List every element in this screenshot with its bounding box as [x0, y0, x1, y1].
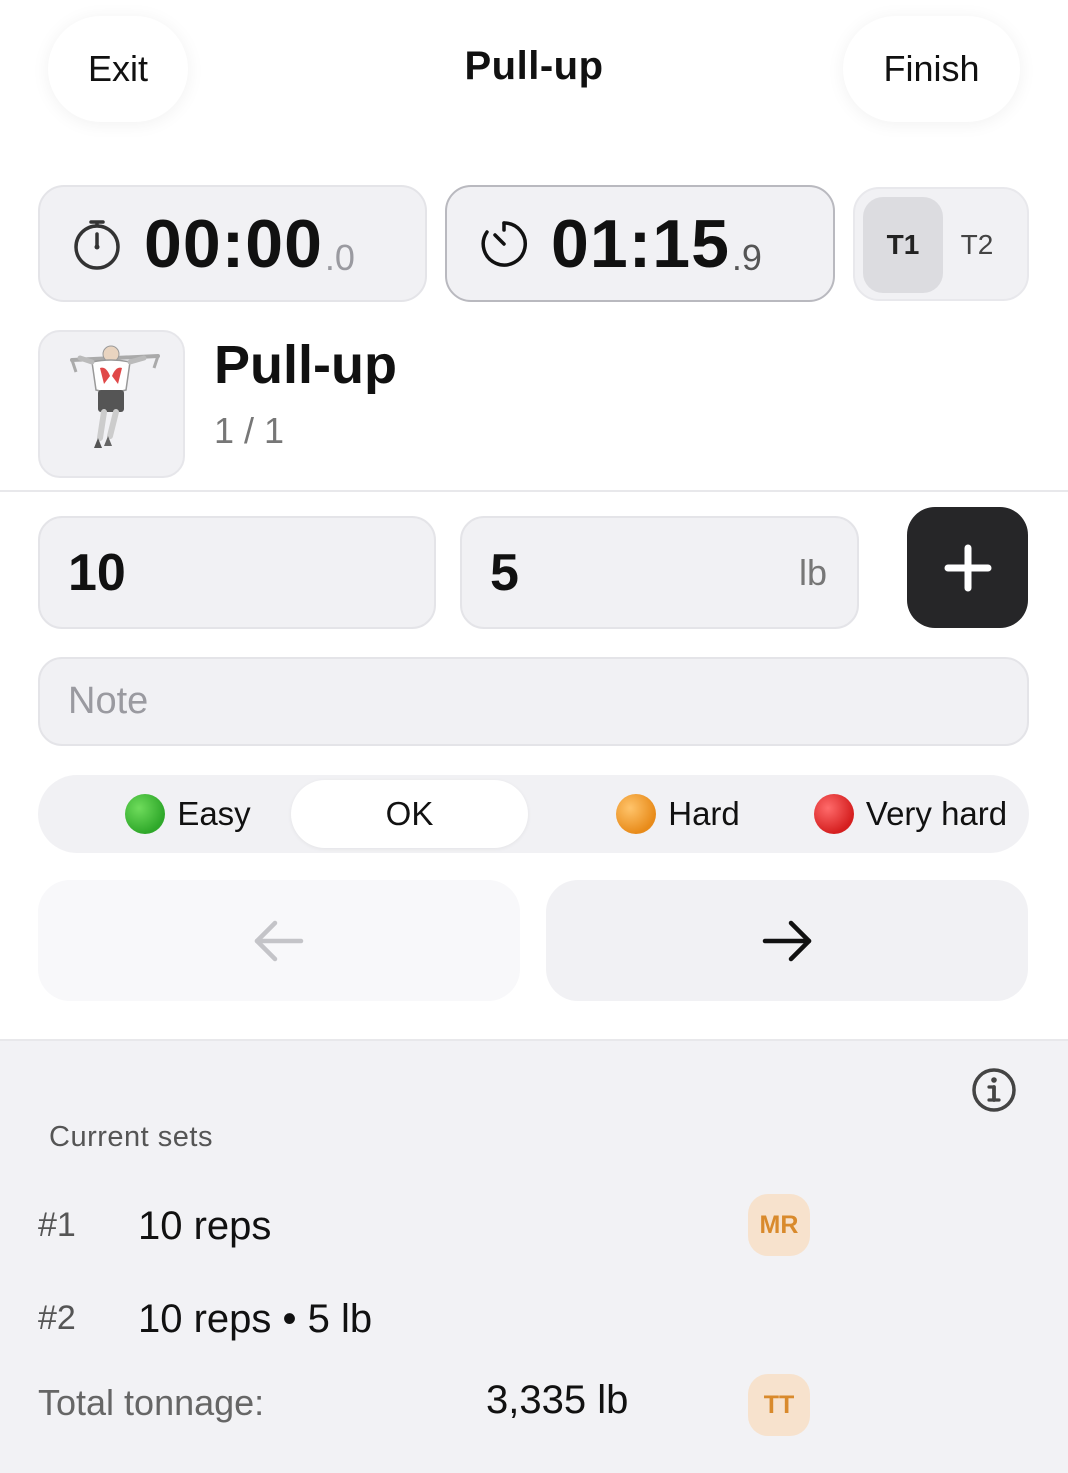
orange-dot-icon: [616, 794, 657, 834]
weight-unit: lb: [798, 551, 827, 593]
set-description: 10 reps • 5 lb: [138, 1297, 373, 1341]
total-tonnage-label: Total tonnage:: [38, 1382, 265, 1423]
exit-label: Exit: [87, 48, 148, 89]
difficulty-ok[interactable]: OK: [291, 780, 528, 848]
weight-value: 5: [490, 543, 519, 602]
timer-option-t1[interactable]: T1: [863, 197, 943, 293]
stopwatch-value: 00:00: [144, 205, 323, 282]
arrow-left-icon: [254, 920, 304, 961]
add-set-button[interactable]: [907, 507, 1028, 628]
set-badge: MR: [748, 1194, 810, 1256]
note-field[interactable]: [38, 657, 1029, 746]
tonnage-badge: TT: [748, 1374, 810, 1436]
current-sets-title: Current sets: [49, 1121, 213, 1153]
stopwatch-icon: [74, 219, 120, 270]
exit-button[interactable]: Exit: [48, 16, 188, 122]
rest-timer[interactable]: 01:15 .9: [445, 185, 835, 302]
next-button[interactable]: [546, 880, 1028, 1001]
info-icon[interactable]: [970, 1066, 1018, 1114]
pull-up-figure-icon: [70, 345, 160, 448]
rest-timer-value: 01:15: [551, 205, 730, 282]
previous-button[interactable]: [38, 880, 520, 1001]
difficulty-hard[interactable]: Hard: [578, 780, 778, 848]
set-number: #2: [38, 1299, 76, 1337]
set-progress: 1 / 1: [214, 410, 285, 451]
note-input[interactable]: [68, 680, 968, 723]
finish-label: Finish: [883, 48, 980, 89]
set-description: 10 reps: [138, 1204, 272, 1248]
rest-timer-fraction: .9: [731, 236, 762, 278]
timer-icon: [481, 220, 527, 267]
reps-input[interactable]: 10: [38, 516, 436, 629]
green-dot-icon: [125, 794, 166, 834]
set-number: #1: [38, 1206, 76, 1244]
total-tonnage-value: 3,335 lb: [486, 1378, 629, 1422]
finish-button[interactable]: Finish: [843, 16, 1020, 122]
difficulty-ok-label: OK: [385, 795, 434, 832]
timer-selector: T1 T2: [853, 187, 1029, 301]
reps-value: 10: [68, 543, 126, 602]
difficulty-selector: Easy OK Hard Very hard: [38, 775, 1029, 853]
panel-divider: [0, 1039, 1068, 1041]
exercise-name: Pull-up: [214, 335, 397, 395]
stopwatch-timer[interactable]: 00:00 .0: [38, 185, 427, 302]
page-title: Pull-up: [464, 44, 604, 88]
red-dot-icon: [813, 794, 854, 834]
timer-option-t2[interactable]: T2: [937, 197, 1017, 293]
exercise-thumbnail[interactable]: [38, 330, 185, 478]
stopwatch-fraction: .0: [324, 236, 355, 278]
arrow-right-icon: [762, 920, 812, 961]
difficulty-easy-label: Easy: [177, 795, 251, 832]
difficulty-easy[interactable]: Easy: [88, 780, 288, 848]
difficulty-hard-label: Hard: [668, 795, 740, 832]
weight-input[interactable]: 5 lb: [460, 516, 859, 629]
difficulty-very-hard[interactable]: Very hard: [798, 780, 1023, 848]
section-divider: [0, 490, 1068, 492]
plus-icon: [944, 544, 991, 591]
difficulty-very-hard-label: Very hard: [865, 795, 1008, 832]
